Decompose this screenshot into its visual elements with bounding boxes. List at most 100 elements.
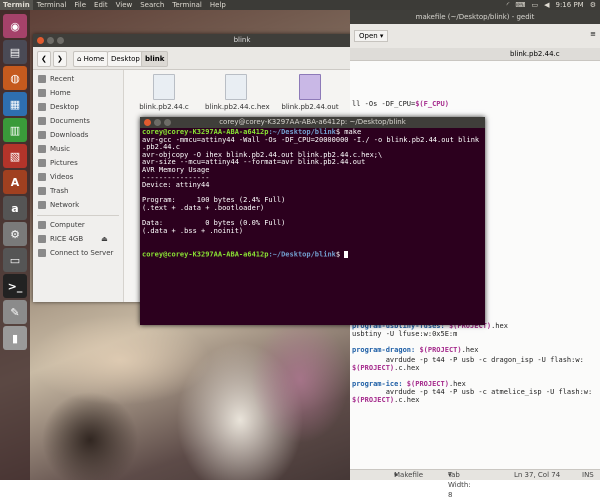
prompt-line: corey@corey-K3297AA-ABA-a6412p:~/Desktop… [142, 250, 479, 259]
code-line: program-ice: $(PROJECT).hex [352, 380, 466, 388]
c-source-file-icon [153, 74, 175, 100]
sidebar-item-label: Videos [50, 173, 74, 181]
sidebar-item-label: Home [50, 89, 71, 97]
desktop-icon [38, 103, 46, 111]
back-icon[interactable]: ❮ [37, 51, 51, 67]
terminal-window: corey@corey-K3297AA-ABA-a6412p: ~/Deskto… [140, 117, 485, 325]
volume-icon[interactable]: ◀ [544, 0, 549, 10]
sidebar-item-music[interactable]: Music [38, 143, 70, 155]
output-line: Device: attiny44 [142, 181, 210, 190]
prompt-user: corey@corey-K3297AA-ABA-a6412p [142, 128, 269, 136]
usb-drive-icon[interactable]: ▮ [3, 326, 27, 350]
menu-help[interactable]: Help [206, 0, 230, 10]
gedit-headerbar: Open ▾ ≡ [350, 24, 600, 49]
terminal-titlebar: corey@corey-K3297AA-ABA-a6412p: ~/Deskto… [140, 117, 485, 128]
sidebar-divider [37, 215, 119, 216]
sidebar-item-label: Network [50, 201, 80, 209]
network-icon [38, 201, 46, 209]
prompt-user: corey@corey-K3297AA-ABA-a6412p [142, 250, 269, 258]
menu-file[interactable]: File [70, 0, 90, 10]
sidebar-item-label: Documents [50, 117, 90, 125]
breadcrumb-blink[interactable]: blink [141, 51, 169, 67]
sidebar-item-label: Computer [50, 221, 85, 229]
dash-icon[interactable]: ◉ [3, 14, 27, 38]
keyboard-layout-icon[interactable]: ⌨ [515, 0, 525, 10]
software-center-icon[interactable]: A [3, 170, 27, 194]
computer-icon [38, 221, 46, 229]
sidebar-item-documents[interactable]: Documents [38, 115, 90, 127]
sidebar-item-downloads[interactable]: Downloads [38, 129, 88, 141]
menu-icon[interactable]: ≡ [590, 30, 596, 38]
terminal-output[interactable]: corey@corey-K3297AA-ABA-a6412p:~/Desktop… [142, 128, 480, 259]
prompt-symbol: $ [335, 250, 345, 258]
language-selector[interactable]: Makefile ▾ [394, 470, 423, 480]
menu-view[interactable]: View [112, 0, 137, 10]
sidebar-item-desktop[interactable]: Desktop [38, 101, 79, 113]
prompt-path: :~/Desktop/blink [268, 250, 336, 258]
writer-icon[interactable]: ▦ [3, 92, 27, 116]
sidebar-item-pictures[interactable]: Pictures [38, 157, 78, 169]
sidebar-item-computer[interactable]: Computer [38, 219, 85, 231]
cursor [344, 250, 349, 258]
firefox-icon[interactable]: ◍ [3, 66, 27, 90]
pictures-icon [38, 159, 46, 167]
documents-icon [38, 117, 46, 125]
launcher: ◉ ▤ ◍ ▦ ▥ ▧ A a ⚙ ▭ >_ ✎ ▮ [0, 10, 30, 480]
sidebar-item-home[interactable]: Home [38, 87, 71, 99]
output-line: avr-gcc -mmcu=attiny44 -Wall -Os -DF_CPU… [142, 135, 480, 144]
sidebar-item-recent[interactable]: Recent [38, 73, 74, 85]
command: $ make [335, 128, 362, 136]
drive-icon [38, 235, 46, 243]
tab-width-selector[interactable]: Tab Width: 8 ▾ [448, 470, 471, 499]
file-item[interactable]: blink.pb2.44.out [279, 74, 341, 111]
disk-icon[interactable]: ▭ [3, 248, 27, 272]
menu-terminal[interactable]: Terminal [33, 0, 71, 10]
settings-icon[interactable]: ⚙ [3, 222, 27, 246]
menu-terminal-2[interactable]: Terminal [168, 0, 206, 10]
top-panel: Termin Terminal File Edit View Search Te… [0, 0, 600, 10]
breadcrumb-desktop[interactable]: Desktop [107, 51, 144, 67]
menu-search[interactable]: Search [136, 0, 168, 10]
sidebar-item-trash[interactable]: Trash [38, 185, 69, 197]
menu-edit[interactable]: Edit [90, 0, 112, 10]
music-icon [38, 145, 46, 153]
clock[interactable]: 9:16 PM [556, 0, 584, 10]
system-tray: ◜ ⌨ ▭ ◀ 9:16 PM ⚙ [507, 0, 596, 10]
gedit-icon[interactable]: ✎ [3, 300, 27, 324]
sidebar-item-label: Trash [50, 187, 69, 195]
code-line: ll -Os -DF_CPU=$(F_CPU) [352, 100, 449, 108]
breadcrumb-home-label: Home [83, 55, 105, 63]
downloads-icon [38, 131, 46, 139]
sidebar-item-label: Pictures [50, 159, 78, 167]
sidebar-item-videos[interactable]: Videos [38, 171, 73, 183]
files-icon[interactable]: ▤ [3, 40, 27, 64]
eject-icon[interactable]: ⏏ [101, 233, 108, 245]
forward-icon[interactable]: ❯ [53, 51, 67, 67]
battery-icon[interactable]: ▭ [531, 0, 538, 10]
wifi-icon[interactable]: ◜ [507, 0, 510, 10]
videos-icon [38, 173, 46, 181]
open-button[interactable]: Open ▾ [354, 30, 389, 42]
code-line: avrdude -p t44 -P usb -c dragon_isp -U f… [352, 356, 584, 364]
amazon-icon[interactable]: a [3, 196, 27, 220]
breadcrumb-home[interactable]: ⌂ Home [73, 51, 109, 67]
terminal-icon[interactable]: >_ [3, 274, 27, 298]
sidebar-item-connect-server[interactable]: Connect to Server [38, 247, 113, 259]
insert-mode: INS [582, 471, 594, 479]
code-line: usbtiny -U lfuse:w:0x5E:m [352, 330, 458, 338]
open-label: Open [359, 32, 378, 40]
sidebar-item-label: Recent [50, 75, 75, 83]
file-item[interactable]: blink.pb2.44.c.hex [205, 74, 270, 111]
binary-file-icon [299, 74, 321, 100]
sidebar-item-network[interactable]: Network [38, 199, 79, 211]
sidebar-item-rice-4gb[interactable]: RICE 4GB ⏏ [38, 233, 108, 245]
file-name: blink.pb2.44.c [139, 103, 189, 111]
clock-icon [38, 75, 46, 83]
power-icon[interactable]: ⚙ [590, 0, 596, 10]
file-item[interactable]: blink.pb2.44.c [133, 74, 195, 111]
calc-icon[interactable]: ▥ [3, 118, 27, 142]
trash-icon [38, 187, 46, 195]
impress-icon[interactable]: ▧ [3, 144, 27, 168]
server-icon [38, 249, 46, 257]
